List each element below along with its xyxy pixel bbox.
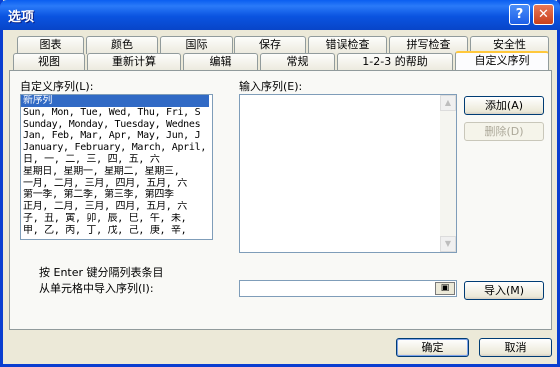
list-item[interactable]: 一月, 二月, 三月, 四月, 五月, 六 <box>21 178 212 190</box>
tab-color[interactable]: 颜色 <box>86 36 158 54</box>
import-button[interactable]: 导入(M) <box>464 281 544 300</box>
tab-chart[interactable]: 图表 <box>17 36 84 54</box>
list-item[interactable]: Jan, Feb, Mar, Apr, May, Jun, J <box>21 130 212 142</box>
cancel-button[interactable]: 取消 <box>479 338 552 357</box>
tab-general[interactable]: 常规 <box>260 53 335 71</box>
tab-custom-lists[interactable]: 自定义序列 <box>455 51 549 71</box>
list-item[interactable]: 正月, 二月, 三月, 四月, 五月, 六 <box>21 201 212 213</box>
list-item[interactable]: January, February, March, April, <box>21 142 212 154</box>
tab-calculation[interactable]: 重新计算 <box>87 53 181 71</box>
ok-button[interactable]: 确定 <box>396 338 469 357</box>
custom-lists-label: 自定义序列(L): <box>20 80 94 93</box>
scroll-up-icon[interactable]: ▲ <box>440 95 456 111</box>
list-item[interactable]: 甲, 乙, 丙, 丁, 戊, 己, 庚, 辛, <box>21 225 212 237</box>
collapse-dialog-icon[interactable]: ▣ <box>435 282 455 295</box>
tab-international[interactable]: 国际 <box>160 36 233 54</box>
list-item[interactable]: 子, 丑, 寅, 卯, 辰, 巳, 午, 未, <box>21 213 212 225</box>
list-item[interactable]: 新序列 <box>21 95 209 107</box>
custom-lists-listbox[interactable]: 新序列 Sun, Mon, Tue, Wed, Thu, Fri, S Sund… <box>20 94 213 240</box>
hint-text: 按 Enter 键分隔列表条目 <box>39 266 164 279</box>
tab-edit[interactable]: 编辑 <box>183 53 258 71</box>
list-item[interactable]: 日, 一, 二, 三, 四, 五, 六 <box>21 154 212 166</box>
add-button[interactable]: 添加(A) <box>464 96 544 115</box>
list-item[interactable]: 星期日, 星期一, 星期二, 星期三, <box>21 166 212 178</box>
import-range-input[interactable]: ▣ <box>239 280 457 297</box>
list-item[interactable]: 第一季, 第二季, 第三季, 第四季 <box>21 189 212 201</box>
title-bar: 选项 ? ✕ <box>0 0 560 30</box>
close-button[interactable]: ✕ <box>533 4 554 25</box>
window-title: 选项 <box>8 10 35 25</box>
delete-button[interactable]: 删除(D) <box>464 122 544 141</box>
tab-view[interactable]: 视图 <box>13 53 85 71</box>
list-item[interactable]: Sunday, Monday, Tuesday, Wednes <box>21 119 212 131</box>
tab-lotus-help[interactable]: 1-2-3 的帮助 <box>337 53 453 71</box>
tab-error-checking[interactable]: 错误检查 <box>308 36 387 54</box>
list-item[interactable]: Sun, Mon, Tue, Wed, Thu, Fri, S <box>21 107 212 119</box>
textarea-scrollbar[interactable]: ▲ ▼ <box>440 95 456 252</box>
help-button[interactable]: ? <box>509 4 530 25</box>
import-label: 从单元格中导入序列(I): <box>39 282 154 295</box>
options-dialog: 选项 ? ✕ 图表 颜色 国际 保存 错误检查 拼写检查 安全性 视图 重新计算… <box>0 0 560 367</box>
input-list-label: 输入序列(E): <box>239 80 303 93</box>
tab-save[interactable]: 保存 <box>234 36 306 54</box>
input-list-textarea[interactable]: ▲ ▼ <box>239 94 457 253</box>
scroll-down-icon[interactable]: ▼ <box>440 236 456 252</box>
